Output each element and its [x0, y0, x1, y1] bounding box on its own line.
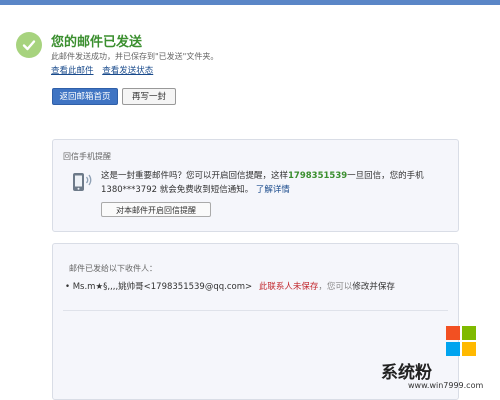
unsaved-contact-status: 此联系人未保存	[258, 282, 319, 292]
success-check-icon	[16, 32, 42, 58]
enable-reply-reminder-button[interactable]: 对本邮件开启回信提醒	[101, 202, 211, 217]
learn-more-link[interactable]: 了解详情	[256, 185, 290, 195]
divider	[63, 310, 448, 311]
view-send-status-link[interactable]: 查看发送状态	[102, 66, 153, 76]
view-mail-link[interactable]: 查看此邮件	[51, 66, 94, 76]
page-title: 您的邮件已发送	[51, 35, 143, 50]
watermark-url: www.win7999.com	[408, 381, 484, 390]
sent-description: 此邮件发送成功，并已保存到"已发送"文件夹。	[51, 52, 219, 61]
recipient-item: • Ms.m★§,,,,姚帅哥<1798351539@qq.com> 此联系人未…	[65, 280, 395, 292]
watermark: 系统粉 www.win7999.com	[381, 326, 496, 396]
edit-and-save-link[interactable]: 修改并保存	[352, 282, 395, 292]
header-links: 查看此邮件 查看发送状态	[51, 64, 159, 76]
write-again-button[interactable]: 再写一封	[122, 88, 176, 105]
reply-reminder-panel: 回信手机提醒 这是一封重要邮件吗？您可以开启回信提醒，这样1798351539一…	[52, 139, 459, 232]
back-to-inbox-button[interactable]: 返回邮箱首页	[52, 88, 118, 105]
qq-number: 1798351539	[288, 171, 348, 181]
phone-icon	[73, 173, 92, 191]
reply-reminder-text: 这是一封重要邮件吗？您可以开启回信提醒，这样1798351539一旦回信，您的手…	[101, 169, 451, 197]
status-separator: ，您可以	[318, 282, 353, 292]
watermark-brand: 系统粉	[381, 363, 432, 383]
reply-reminder-title: 回信手机提醒	[63, 152, 111, 161]
windows-logo-icon	[446, 326, 476, 356]
list-bullet: •	[65, 282, 71, 292]
reminder-text-part1: 这是一封重要邮件吗？您可以开启回信提醒，这样	[101, 171, 289, 181]
recipients-title: 邮件已发给以下收件人：	[69, 264, 157, 273]
recipient-name: Ms.m★§,,,,姚帅哥<1798351539@qq.com>	[72, 282, 253, 292]
top-bar	[0, 0, 500, 5]
